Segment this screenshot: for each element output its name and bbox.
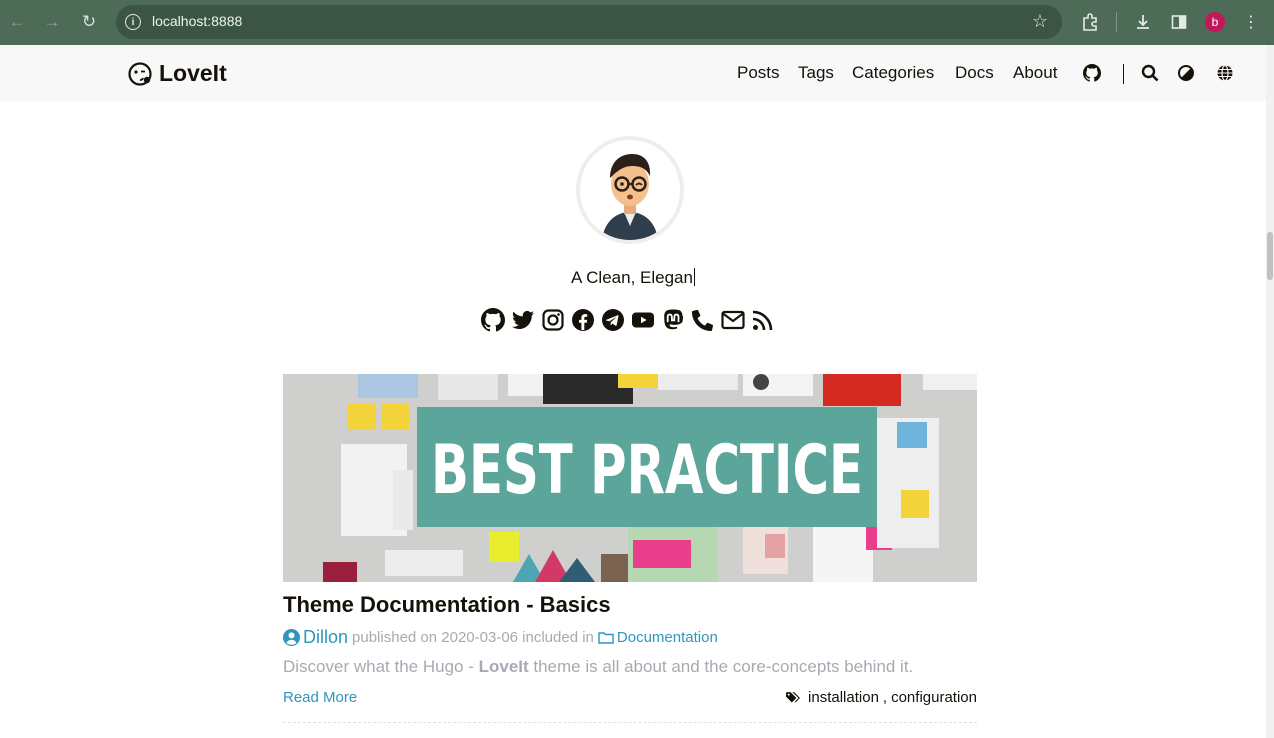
back-arrow-icon[interactable]: ← — [5, 10, 29, 34]
url-text[interactable]: localhost:8888 — [152, 13, 242, 29]
category-name: Documentation — [616, 629, 718, 646]
post-divider — [283, 722, 977, 723]
post-meta: Dillon published on 2020-03-06 included … — [283, 627, 718, 648]
published-label: published on 2020-03-06 included in — [352, 629, 594, 646]
menu-about[interactable]: About — [1013, 63, 1057, 83]
reload-icon[interactable]: ↻ — [77, 10, 101, 34]
side-panel-icon[interactable] — [1167, 10, 1191, 34]
search-icon[interactable] — [1141, 64, 1159, 82]
telegram-icon[interactable] — [601, 308, 625, 332]
forward-arrow-icon[interactable]: → — [40, 10, 64, 34]
menu-divider — [1123, 64, 1124, 84]
best-practice-collage: BEST PRACTICE — [283, 374, 977, 582]
github-icon[interactable] — [1083, 64, 1101, 82]
tags-icon — [786, 691, 800, 702]
twitter-icon[interactable] — [511, 308, 535, 332]
banner-text: BEST PRACTICE — [431, 431, 863, 510]
post-summary: Discover what the Hugo - LoveIt theme is… — [283, 657, 913, 677]
scrollbar-thumb[interactable] — [1267, 232, 1273, 280]
github-icon[interactable] — [481, 308, 505, 332]
tag-configuration[interactable]: configuration — [891, 689, 977, 706]
avatar-illustration — [602, 154, 658, 240]
rss-icon[interactable] — [751, 308, 775, 332]
address-bar[interactable]: i localhost:8888 ☆ — [116, 5, 1062, 39]
email-icon[interactable] — [721, 308, 745, 332]
user-circle-icon — [283, 629, 300, 646]
summary-bold: LoveIt — [478, 657, 529, 676]
facebook-icon[interactable] — [571, 308, 595, 332]
mastodon-icon[interactable] — [661, 308, 685, 332]
phone-icon[interactable] — [691, 308, 715, 332]
social-links — [481, 308, 775, 332]
profile-avatar — [576, 136, 684, 244]
tag-installation[interactable]: installation — [808, 689, 879, 706]
site-info-icon[interactable]: i — [125, 14, 141, 30]
typing-caret — [693, 268, 695, 286]
subtitle-text: A Clean, Elegan — [571, 268, 693, 287]
site-logo[interactable]: LoveIt — [127, 60, 227, 87]
browser-toolbar: ← → ↻ i localhost:8888 ☆ b ⋮ — [0, 0, 1274, 45]
post-title[interactable]: Theme Documentation - Basics — [283, 592, 611, 618]
menu-tags[interactable]: Tags — [798, 63, 834, 83]
page-scrollbar[interactable] — [1266, 45, 1274, 738]
language-icon[interactable] — [1216, 64, 1234, 82]
summary-prefix: Discover what the Hugo - — [283, 657, 479, 676]
summary-suffix: theme is all about and the core-concepts… — [528, 657, 914, 676]
logo-text: LoveIt — [159, 60, 227, 86]
theme-switch-icon[interactable] — [1177, 64, 1195, 82]
post-tags: installation, configuration — [786, 689, 977, 706]
tag-separator: , — [882, 689, 888, 706]
post-category-link[interactable]: Documentation — [598, 629, 718, 646]
extensions-icon[interactable] — [1078, 10, 1102, 34]
post-featured-image[interactable]: BEST PRACTICE — [283, 374, 977, 582]
folder-icon — [598, 632, 614, 644]
toolbar-divider — [1116, 12, 1117, 32]
download-icon[interactable] — [1131, 10, 1155, 34]
menu-categories[interactable]: Categories — [852, 63, 934, 83]
profile-avatar-button[interactable]: b — [1205, 12, 1225, 32]
menu-posts[interactable]: Posts — [737, 63, 780, 83]
site-header: LoveIt Posts Tags Categories Docs About — [0, 45, 1266, 101]
author-name: Dillon — [303, 627, 349, 647]
logo-icon — [128, 61, 152, 86]
site-subtitle: A Clean, Elegan — [0, 268, 1266, 288]
bookmark-star-icon[interactable]: ☆ — [1032, 11, 1048, 32]
menu-docs[interactable]: Docs — [955, 63, 994, 83]
post-author-link[interactable]: Dillon — [283, 627, 348, 648]
read-more-link[interactable]: Read More — [283, 689, 357, 706]
youtube-icon[interactable] — [631, 308, 655, 332]
instagram-icon[interactable] — [541, 308, 565, 332]
kebab-menu-icon[interactable]: ⋮ — [1239, 10, 1263, 34]
